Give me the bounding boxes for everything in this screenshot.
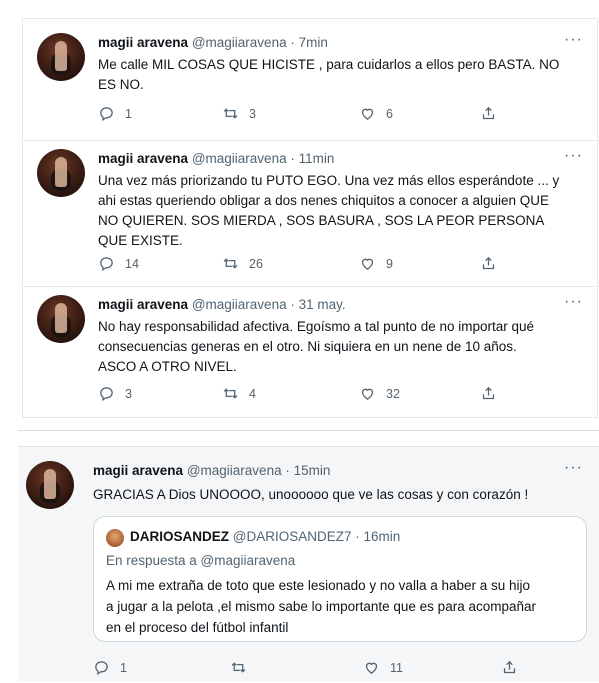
reply-count: 1: [125, 106, 132, 121]
tweet-text-line: ES NO.: [98, 77, 144, 92]
reply-icon: [100, 387, 113, 402]
retweet-button[interactable]: 4: [222, 385, 256, 402]
tweet-text: Una vez más priorizando tu PUTO EGO. Una…: [98, 171, 578, 251]
like-count: 6: [386, 106, 393, 121]
author-name[interactable]: magii aravena: [98, 35, 188, 50]
screenshot-divider: [18, 430, 599, 431]
author-handle[interactable]: @magiiaravena · 15min: [187, 463, 331, 478]
quoted-author-name[interactable]: DARIOSANDEZ: [130, 529, 229, 544]
tweet-text: No hay responsabilidad afectiva. Egoísmo…: [98, 317, 578, 377]
tweet-header: magii aravena @magiiaravena · 31 may.: [98, 297, 346, 312]
retweet-button[interactable]: [230, 659, 257, 676]
quoted-avatar[interactable]: [106, 529, 124, 547]
avatar[interactable]: [37, 149, 85, 197]
heart-icon: [365, 662, 378, 674]
tweet-thread-card: magii aravena @magiiaravena · 7min ··· M…: [22, 18, 598, 418]
tweet-actions: 1 3 6: [98, 105, 518, 125]
heart-icon: [361, 258, 374, 270]
heart-icon: [361, 388, 374, 400]
reply-context[interactable]: En respuesta a @magiiaravena: [106, 553, 295, 568]
tweet-with-quote-card: magii aravena @magiiaravena · 15min ··· …: [18, 446, 599, 681]
tweet-text-line: ASCO A OTRO NIVEL.: [98, 359, 237, 374]
share-icon: [482, 386, 495, 400]
retweet-button[interactable]: 26: [222, 255, 263, 272]
quoted-text-line: A mi me extraña de toto que este lesiona…: [106, 578, 531, 593]
retweet-button[interactable]: 3: [222, 105, 256, 122]
retweet-count: 4: [249, 386, 256, 401]
like-button[interactable]: 6: [359, 105, 393, 122]
share-button[interactable]: [480, 255, 497, 272]
quoted-header: DARIOSANDEZ @DARIOSANDEZ7 · 16min: [130, 529, 400, 544]
more-options-icon[interactable]: ···: [564, 293, 583, 311]
reply-button[interactable]: 1: [98, 105, 132, 122]
avatar[interactable]: [26, 461, 74, 509]
tweet[interactable]: magii aravena @magiiaravena · 11min ··· …: [23, 141, 597, 287]
author-name[interactable]: magii aravena: [98, 297, 188, 312]
reply-button[interactable]: 14: [98, 255, 139, 272]
more-options-icon[interactable]: ···: [564, 31, 583, 49]
like-count: 32: [386, 386, 400, 401]
reply-count: 14: [125, 256, 139, 271]
avatar[interactable]: [37, 33, 85, 81]
reply-button[interactable]: 3: [98, 385, 132, 402]
avatar[interactable]: [37, 295, 85, 343]
tweet-text-line: Me calle MIL COSAS QUE HICISTE , para cu…: [98, 57, 560, 72]
tweet-text-line: No hay responsabilidad afectiva. Egoísmo…: [98, 319, 535, 334]
reply-count: 1: [120, 660, 127, 675]
retweet-count: 26: [249, 256, 263, 271]
reply-icon: [95, 661, 108, 676]
tweet-text: Me calle MIL COSAS QUE HICISTE , para cu…: [98, 55, 578, 95]
retweet-icon: [223, 258, 238, 269]
tweet-text-line: Una vez más priorizando tu PUTO EGO. Una…: [98, 173, 560, 188]
tweet-header: magii aravena @magiiaravena · 15min: [93, 463, 330, 478]
quoted-text: A mi me extraña de toto que este lesiona…: [106, 575, 576, 638]
tweet-header: magii aravena @magiiaravena · 11min: [98, 151, 334, 166]
share-icon: [482, 256, 495, 270]
heart-icon: [361, 108, 374, 120]
reply-icon: [100, 257, 113, 272]
retweet-icon: [223, 108, 238, 119]
tweet-actions: 14 26 9: [98, 255, 518, 275]
quoted-author-handle[interactable]: @DARIOSANDEZ7 · 16min: [233, 529, 401, 544]
quoted-text-line: en el proceso del fútbol infantil: [106, 620, 289, 635]
share-icon: [503, 660, 516, 674]
more-options-icon[interactable]: ···: [564, 147, 583, 165]
like-count: 9: [386, 256, 393, 271]
like-count: 11: [390, 660, 403, 675]
tweet[interactable]: magii aravena @magiiaravena · 31 may. ··…: [23, 287, 597, 417]
share-icon: [482, 106, 495, 120]
tweet-actions: 1 11: [93, 659, 516, 679]
reply-icon: [100, 107, 113, 122]
quoted-text-line: a jugar a la pelota ,el mismo sabe lo im…: [106, 599, 536, 614]
tweet-header: magii aravena @magiiaravena · 7min: [98, 35, 328, 50]
like-button[interactable]: 11: [363, 659, 403, 676]
more-options-icon[interactable]: ···: [564, 459, 583, 477]
reply-button[interactable]: 1: [93, 659, 127, 676]
tweet[interactable]: magii aravena @magiiaravena · 7min ··· M…: [23, 19, 597, 141]
tweet-text-line: ahi estas queriendo obligar a dos nenes …: [98, 193, 550, 208]
tweet-text-line: QUE EXISTE.: [98, 233, 183, 248]
author-handle[interactable]: @magiiaravena · 7min: [192, 35, 328, 50]
author-handle[interactable]: @magiiaravena · 31 may.: [192, 297, 346, 312]
quoted-tweet[interactable]: DARIOSANDEZ @DARIOSANDEZ7 · 16min En res…: [93, 516, 587, 642]
retweet-icon: [223, 388, 238, 399]
share-button[interactable]: [480, 105, 497, 122]
author-name[interactable]: magii aravena: [98, 151, 188, 166]
tweet-actions: 3 4 32: [98, 385, 518, 405]
reply-count: 3: [125, 386, 132, 401]
retweet-count: 3: [249, 106, 256, 121]
retweet-icon: [231, 662, 246, 673]
share-button[interactable]: [480, 385, 497, 402]
like-button[interactable]: 9: [359, 255, 393, 272]
tweet-text-line: consecuencias generas en el otro. Ni siq…: [98, 339, 517, 354]
author-handle[interactable]: @magiiaravena · 11min: [192, 151, 335, 166]
tweet-text: GRACIAS A Dios UNOOOO, unoooooo que ve l…: [93, 487, 529, 502]
author-name[interactable]: magii aravena: [93, 463, 183, 478]
tweet-text-line: NO QUIEREN. SOS MIERDA , SOS BASURA , SO…: [98, 213, 545, 228]
like-button[interactable]: 32: [359, 385, 400, 402]
share-button[interactable]: [501, 659, 518, 676]
